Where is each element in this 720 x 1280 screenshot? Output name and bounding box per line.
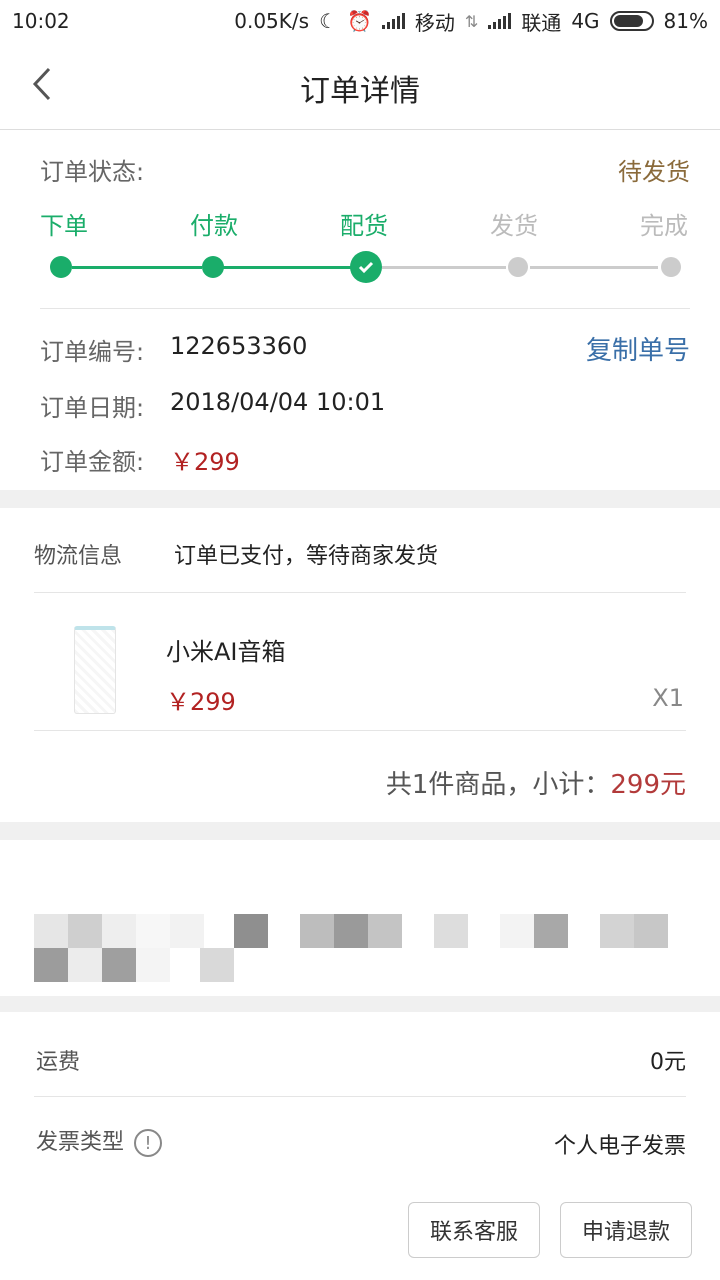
progress-track-todo <box>530 266 658 269</box>
data-arrows-icon: ⇅ <box>464 11 479 31</box>
product-quantity: X1 <box>652 684 684 712</box>
invoice-type-row: 发票类型! <box>36 1124 163 1157</box>
check-icon <box>358 261 374 274</box>
page-title: 订单详情 <box>300 74 420 109</box>
copy-order-number-button[interactable]: 复制单号 <box>586 330 690 367</box>
divider <box>34 592 686 593</box>
logistics-value: 订单已支付，等待商家发货 <box>174 544 439 569</box>
step-label-pay: 付款 <box>190 212 238 240</box>
status-bar: 10:02 0.05K/s ☾ ⏰ 移动 ⇅ 联通 4G 81% <box>0 0 720 42</box>
order-date-value: 2018/04/04 10:01 <box>170 388 386 416</box>
order-number-label: 订单编号: <box>40 338 145 366</box>
shipping-fee-value: 0元 <box>650 1050 686 1075</box>
moon-icon: ☾ <box>319 9 337 33</box>
step-dot-done <box>50 256 72 278</box>
carrier-2: 联通 <box>521 10 562 35</box>
section-gap <box>0 996 720 1012</box>
step-dot-todo <box>508 257 528 277</box>
progress-track-todo <box>382 266 506 269</box>
pixelated-redacted-area <box>0 840 720 996</box>
battery-icon <box>609 11 654 31</box>
invoice-type-label: 发票类型 <box>36 1130 125 1155</box>
status-time: 10:02 <box>12 9 70 33</box>
product-image[interactable] <box>74 626 116 714</box>
request-refund-button[interactable]: 申请退款 <box>560 1202 692 1258</box>
subtotal-prefix: 共1件商品，小计： <box>385 770 611 800</box>
step-dot-done <box>202 256 224 278</box>
order-number-value: 122653360 <box>170 332 308 360</box>
order-status-section: 订单状态: 待发货 下单 付款 配货 发货 完成 订单编号: 122653360… <box>0 130 720 490</box>
step-dot-current <box>350 251 382 283</box>
alarm-icon: ⏰ <box>347 9 372 33</box>
subtotal-amount: 299元 <box>610 770 686 800</box>
shipping-fee-label: 运费 <box>36 1050 81 1075</box>
order-status-value: 待发货 <box>618 158 690 186</box>
invoice-type-value: 个人电子发票 <box>553 1134 686 1159</box>
signal-icon <box>381 13 405 29</box>
network-speed: 0.05K/s <box>234 9 310 33</box>
signal-icon <box>488 13 512 29</box>
step-dot-todo <box>661 257 681 277</box>
product-name[interactable]: 小米AI音箱 <box>166 632 286 667</box>
section-gap <box>0 822 720 840</box>
step-label-prepare: 配货 <box>340 212 388 240</box>
divider <box>34 730 686 731</box>
progress-track-done <box>72 266 202 269</box>
order-amount-label: 订单金额: <box>40 448 145 476</box>
divider <box>34 1096 686 1097</box>
step-label-complete: 完成 <box>640 212 688 240</box>
carrier-1: 移动 <box>414 10 455 35</box>
contact-service-button[interactable]: 联系客服 <box>408 1202 540 1258</box>
logistics-section: 物流信息 订单已支付，等待商家发货 小米AI音箱 ￥299 X1 共1件商品，小… <box>0 508 720 822</box>
product-price: ￥299 <box>166 688 236 716</box>
step-label-order: 下单 <box>40 212 88 240</box>
logistics-label: 物流信息 <box>34 544 123 569</box>
fees-section: 运费 0元 发票类型! 个人电子发票 联系客服 申请退款 <box>0 1012 720 1280</box>
battery-percent: 81% <box>663 9 708 33</box>
progress-track-done <box>222 266 352 269</box>
order-amount-value: ￥299 <box>170 448 240 476</box>
network-type: 4G <box>571 9 600 33</box>
info-icon[interactable]: ! <box>134 1129 163 1157</box>
order-status-label: 订单状态: <box>40 158 145 186</box>
order-date-label: 订单日期: <box>40 394 145 422</box>
step-label-ship: 发货 <box>490 212 538 240</box>
section-gap <box>0 490 720 508</box>
subtotal: 共1件商品，小计：299元 <box>386 764 686 801</box>
divider <box>40 308 690 309</box>
nav-bar: 订单详情 <box>0 42 720 130</box>
